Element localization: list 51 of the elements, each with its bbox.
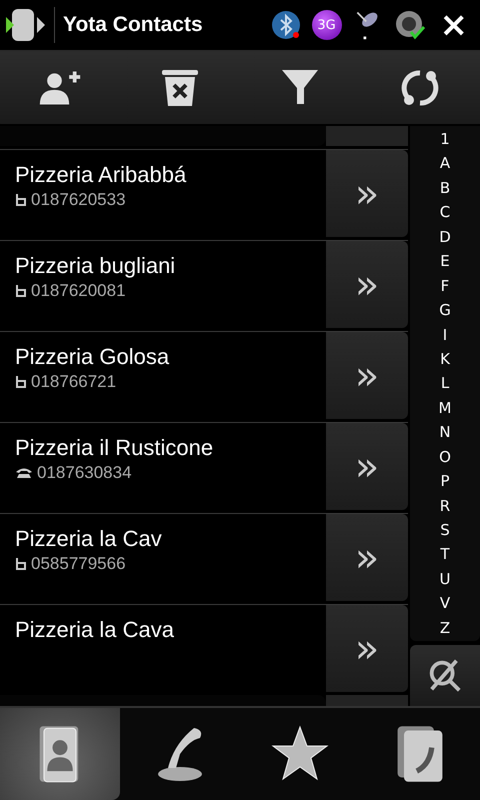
phone-number: 0585779566 <box>31 554 126 574</box>
phone-number: 0187620533 <box>31 190 126 210</box>
index-letter[interactable]: I <box>442 326 448 344</box>
mobile-phone-icon <box>15 375 27 389</box>
window-title: Yota Contacts <box>63 13 203 37</box>
index-letter[interactable]: A <box>440 154 450 172</box>
index-letter[interactable]: M <box>438 398 452 417</box>
open-contact-button[interactable]: » <box>326 241 408 328</box>
phone-number: 0187620081 <box>31 281 126 301</box>
index-letter[interactable]: T <box>440 545 450 564</box>
index-letter[interactable]: Z <box>440 618 450 637</box>
index-letter[interactable]: C <box>440 203 450 222</box>
start-icon[interactable] <box>4 7 55 43</box>
index-letter[interactable]: P <box>440 472 450 490</box>
index-letter[interactable]: V <box>440 594 450 612</box>
contact-name: Pizzeria bugliani <box>15 253 176 279</box>
index-letter[interactable]: N <box>439 423 451 442</box>
contact-name: Pizzeria Golosa <box>15 344 170 370</box>
contact-name: Pizzeria Aribabbá <box>15 162 188 188</box>
mobile-phone-icon <box>15 284 27 298</box>
index-letter[interactable]: G <box>439 301 451 320</box>
index-letter[interactable]: D <box>439 228 451 246</box>
index-letter[interactable]: K <box>440 350 450 368</box>
index-letter[interactable]: B <box>440 178 450 197</box>
contact-name: Pizzeria la Cava <box>15 617 175 643</box>
mobile-phone-icon <box>15 557 27 571</box>
mobile-phone-icon <box>15 193 27 207</box>
index-letter[interactable]: F <box>440 276 450 295</box>
open-contact-button[interactable]: » <box>326 605 408 692</box>
bluetooth-icon[interactable] <box>270 9 302 41</box>
open-contact-button[interactable]: » <box>326 332 408 419</box>
open-contact-button[interactable]: » <box>326 423 408 510</box>
contacts-tab[interactable] <box>0 708 120 800</box>
index-letter[interactable]: 1 <box>440 130 450 148</box>
index-letter[interactable]: R <box>440 496 450 515</box>
clear-search-button[interactable] <box>410 645 480 706</box>
contact-name: Pizzeria il Rusticone <box>15 435 214 461</box>
index-letter[interactable]: O <box>439 448 451 466</box>
open-contact-button[interactable]: » <box>326 514 408 601</box>
telephone-icon <box>15 467 33 479</box>
network-badge[interactable]: 3G <box>312 10 342 40</box>
index-letter[interactable]: E <box>440 252 450 270</box>
contact-name: Pizzeria la Cav <box>15 526 163 552</box>
phone-number: 0187630834 <box>37 463 132 483</box>
phone-number: 018766721 <box>31 372 116 392</box>
close-button[interactable]: × <box>436 8 472 42</box>
index-letter[interactable]: L <box>440 374 450 392</box>
index-letter[interactable]: U <box>440 570 450 588</box>
speaker-icon[interactable] <box>394 9 426 41</box>
open-contact-button[interactable]: » <box>326 150 408 237</box>
index-letter[interactable]: S <box>440 521 450 539</box>
